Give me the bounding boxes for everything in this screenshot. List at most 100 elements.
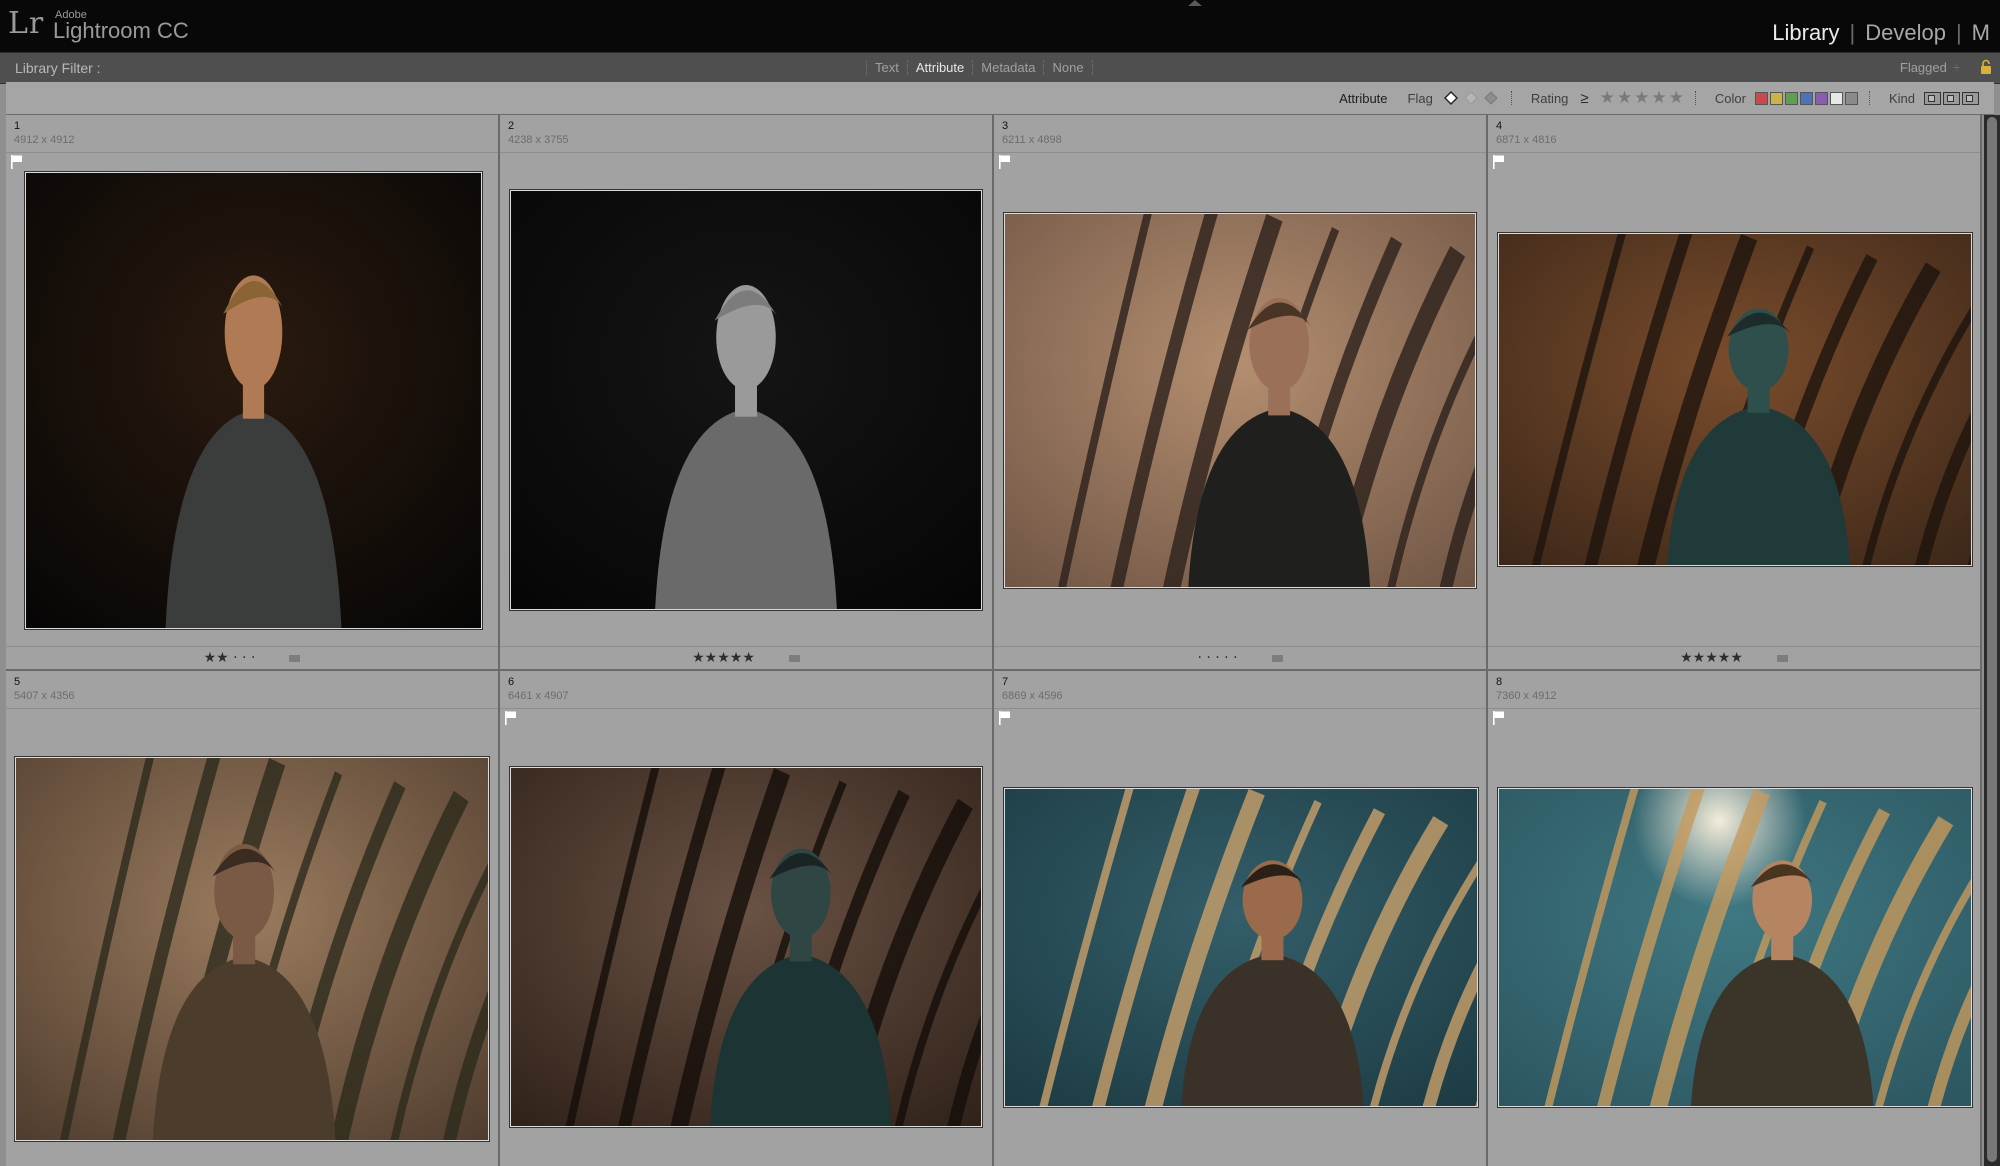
- cell-index: 6: [508, 676, 515, 688]
- rating-star-5[interactable]: ★: [1669, 88, 1684, 108]
- flag-icon[interactable]: [998, 154, 1012, 170]
- photo-thumbnail[interactable]: [1004, 788, 1478, 1107]
- color-white-swatch[interactable]: [1829, 91, 1843, 105]
- grid-cell[interactable]: 3 6211 x 4898 · · · · ·: [994, 115, 1488, 671]
- cell-dimensions: 5407 x 4356: [14, 690, 75, 702]
- filter-mode-none[interactable]: None: [1043, 60, 1093, 75]
- grid-scrollbar[interactable]: [1984, 115, 2000, 1166]
- color-yellow-swatch[interactable]: [1769, 91, 1783, 105]
- cell-header: 3 6211 x 4898: [994, 115, 1486, 153]
- module-map[interactable]: M: [1962, 20, 2000, 46]
- cell-footer: ★★ · · ·: [6, 646, 498, 669]
- library-filter-bar: Library Filter : Text Attribute Metadata…: [0, 52, 2000, 84]
- grid-cell[interactable]: 7 6869 x 4596: [994, 671, 1488, 1166]
- cell-index: 7: [1002, 676, 1009, 688]
- cell-dimensions: 6211 x 4898: [1002, 134, 1062, 146]
- attribute-title: Attribute: [1339, 90, 1388, 106]
- color-gray-swatch[interactable]: [1844, 91, 1858, 105]
- flag-filter-flagged[interactable]: [1442, 89, 1460, 107]
- cell-dimensions: 6871 x 4816: [1496, 134, 1557, 146]
- cell-footer: ★★★★★: [500, 646, 992, 669]
- badge-icon[interactable]: [289, 654, 301, 662]
- filter-mode-metadata[interactable]: Metadata: [972, 60, 1043, 75]
- cell-dimensions: 6869 x 4596: [1002, 690, 1063, 702]
- flag-icon[interactable]: [1492, 710, 1506, 726]
- color-green-swatch[interactable]: [1784, 91, 1798, 105]
- filter-preset-dropdown[interactable]: Flagged ÷: [1900, 60, 1960, 75]
- divider: [1694, 91, 1697, 105]
- kind-label: Kind: [1888, 90, 1915, 106]
- grid-cell[interactable]: 6 6461 x 4907: [500, 671, 994, 1166]
- module-develop[interactable]: Develop: [1855, 20, 1956, 46]
- flag-icon[interactable]: [998, 710, 1012, 726]
- thumbnail-grid: 1 4912 x 4912 ★★ · · · 2 4238 x 3755 ★★★…: [6, 115, 1982, 1166]
- cell-header: 4 6871 x 4816: [1488, 115, 1980, 153]
- photo-thumbnail[interactable]: [1004, 213, 1476, 588]
- attribute-filter-bar: Attribute Flag Rating ≥ ★ ★ ★ ★ ★ Color …: [6, 82, 1994, 115]
- grid-cell[interactable]: 8 7360 x 4912: [1488, 671, 1982, 1166]
- cell-header: 7 6869 x 4596: [994, 671, 1486, 709]
- cell-header: 6 6461 x 4907: [500, 671, 992, 709]
- cell-header: 8 7360 x 4912: [1488, 671, 1980, 709]
- flag-icon[interactable]: [10, 154, 24, 170]
- color-purple-swatch[interactable]: [1814, 91, 1828, 105]
- star-rating[interactable]: ★★★★★: [692, 650, 755, 666]
- star-rating[interactable]: ★★★★★: [1680, 650, 1743, 666]
- lock-icon[interactable]: [1980, 59, 1992, 75]
- flag-filter-rejected[interactable]: [1482, 89, 1500, 107]
- grid-cell[interactable]: 4 6871 x 4816 ★★★★★: [1488, 115, 1982, 671]
- lightroom-logo: Lr: [8, 6, 45, 41]
- identity-bar: Lr Adobe Lightroom CC Library | Develop …: [0, 0, 2000, 52]
- module-library[interactable]: Library: [1762, 20, 1849, 46]
- photo-thumbnail[interactable]: [1498, 233, 1972, 566]
- cell-footer: · · · · ·: [994, 646, 1486, 669]
- flag-label: Flag: [1407, 90, 1433, 106]
- star-rating[interactable]: ★★ · · ·: [204, 650, 256, 666]
- filter-mode-text[interactable]: Text: [866, 60, 907, 75]
- photo-thumbnail[interactable]: [1498, 788, 1972, 1107]
- cell-index: 5: [14, 676, 21, 688]
- grid-cell[interactable]: 1 4912 x 4912 ★★ · · ·: [6, 115, 500, 671]
- flag-filter-unflagged[interactable]: [1462, 89, 1480, 107]
- star-rating[interactable]: · · · · ·: [1197, 650, 1237, 666]
- photo-thumbnail[interactable]: [25, 172, 482, 629]
- divider: [1510, 91, 1513, 105]
- scrollbar-thumb[interactable]: [1987, 117, 1997, 1162]
- color-blue-swatch[interactable]: [1799, 91, 1813, 105]
- cell-index: 4: [1496, 120, 1503, 132]
- preset-caret-icon: ÷: [1952, 60, 1960, 75]
- cell-header: 2 4238 x 3755: [500, 115, 992, 153]
- color-red-swatch[interactable]: [1754, 91, 1768, 105]
- rating-operator[interactable]: ≥: [1580, 90, 1588, 107]
- cell-footer: ★★★★★: [1488, 646, 1980, 669]
- kind-video-icon[interactable]: [1962, 91, 1979, 105]
- kind-master-icon[interactable]: [1924, 91, 1941, 105]
- cell-dimensions: 6461 x 4907: [508, 690, 569, 702]
- rating-star-3[interactable]: ★: [1634, 88, 1649, 108]
- filter-mode-attribute[interactable]: Attribute: [906, 60, 972, 75]
- cell-dimensions: 4238 x 3755: [508, 134, 569, 146]
- kind-virtual-copy-icon[interactable]: [1943, 91, 1960, 105]
- badge-icon[interactable]: [788, 654, 800, 662]
- rating-star-2[interactable]: ★: [1617, 88, 1632, 108]
- grid-cell[interactable]: 2 4238 x 3755 ★★★★★: [500, 115, 994, 671]
- cell-header: 1 4912 x 4912: [6, 115, 498, 153]
- cell-dimensions: 7360 x 4912: [1496, 690, 1557, 702]
- grid-cell[interactable]: 5 5407 x 4356: [6, 671, 500, 1166]
- flag-icon[interactable]: [504, 710, 518, 726]
- collapse-top-panel-icon[interactable]: [1188, 0, 1202, 6]
- flag-reject-icon: [1484, 91, 1498, 105]
- cell-index: 2: [508, 120, 515, 132]
- photo-thumbnail[interactable]: [510, 190, 982, 610]
- flag-pick-icon: [1443, 91, 1458, 105]
- rating-star-4[interactable]: ★: [1651, 88, 1666, 108]
- badge-icon[interactable]: [1271, 654, 1283, 662]
- photo-thumbnail[interactable]: [15, 757, 489, 1141]
- cell-index: 3: [1002, 120, 1009, 132]
- badge-icon[interactable]: [1776, 654, 1788, 662]
- filter-mode-tabs: Text Attribute Metadata None: [866, 60, 1093, 75]
- flag-icon[interactable]: [1492, 154, 1506, 170]
- cell-index: 1: [14, 120, 21, 132]
- rating-star-1[interactable]: ★: [1600, 88, 1615, 108]
- photo-thumbnail[interactable]: [510, 767, 982, 1127]
